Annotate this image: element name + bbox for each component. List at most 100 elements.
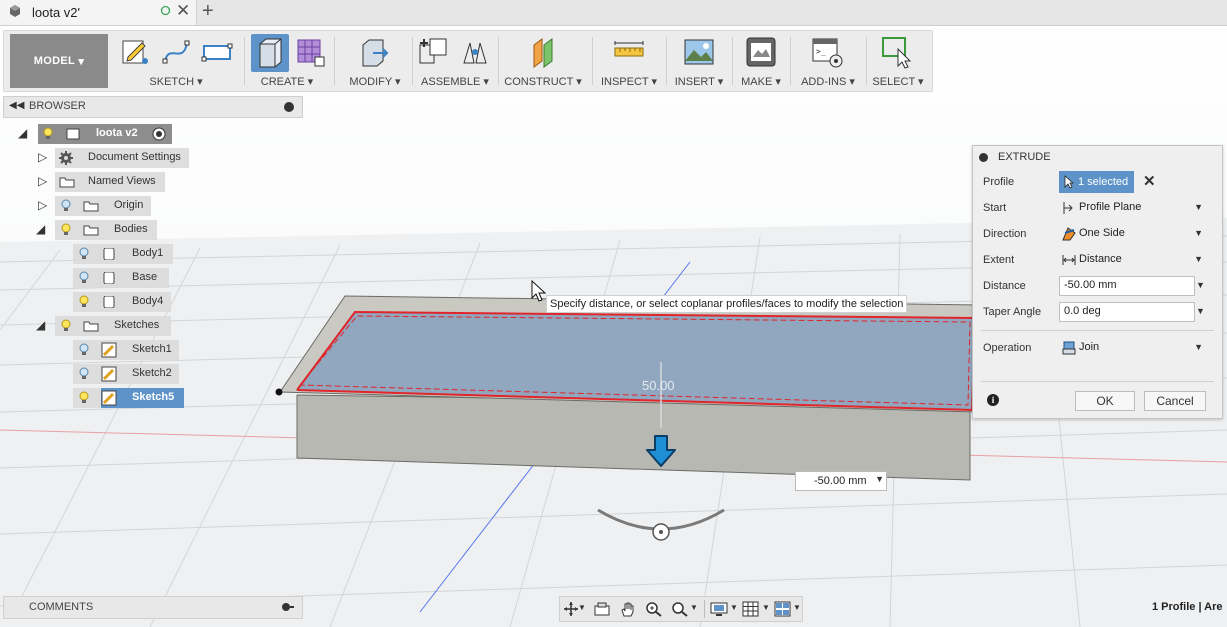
- extrude-button[interactable]: [251, 34, 289, 72]
- measure-icon[interactable]: [612, 35, 646, 69]
- info-icon[interactable]: i: [987, 394, 999, 406]
- visibility-bulb-icon[interactable]: [79, 247, 89, 260]
- construct-group: CONSTRUCT ▾: [502, 33, 584, 89]
- close-tab-icon[interactable]: ✕: [176, 1, 190, 21]
- add-ins-menu[interactable]: ADD-INS ▾: [792, 75, 864, 88]
- start-dropdown[interactable]: Profile Plane ▼: [1059, 198, 1207, 218]
- collapse-browser-icon[interactable]: ◀◀: [9, 100, 24, 111]
- tree-root-item[interactable]: ◢ loota v2: [0, 124, 180, 144]
- document-tab[interactable]: loota v2' ✕: [0, 0, 197, 25]
- display-settings-icon[interactable]: [710, 601, 728, 617]
- collapse-icon[interactable]: ◢: [36, 222, 45, 236]
- visibility-bulb-icon[interactable]: [79, 295, 89, 308]
- sketch-menu[interactable]: SKETCH ▾: [116, 75, 236, 88]
- select-menu[interactable]: SELECT ▾: [868, 75, 928, 88]
- chevron-down-icon[interactable]: ▼: [875, 474, 884, 484]
- look-at-icon[interactable]: [593, 601, 611, 617]
- ghost-dimension: 50.00: [642, 378, 675, 393]
- activate-component-icon[interactable]: [152, 127, 166, 141]
- visibility-bulb-icon[interactable]: [79, 391, 89, 404]
- modify-menu[interactable]: MODIFY ▾: [339, 75, 411, 88]
- collapse-icon[interactable]: ◢: [36, 318, 45, 332]
- offset-plane-icon[interactable]: [526, 35, 560, 69]
- profile-selection-button[interactable]: 1 selected: [1059, 171, 1134, 193]
- chevron-down-icon[interactable]: ▼: [690, 603, 698, 612]
- comments-panel-header[interactable]: COMMENTS: [3, 596, 303, 619]
- ok-button[interactable]: OK: [1075, 391, 1135, 411]
- chevron-down-icon[interactable]: ▼: [730, 603, 738, 612]
- chevron-down-icon[interactable]: ▼: [1196, 280, 1205, 290]
- tree-item-bodies[interactable]: ◢ Bodies: [0, 220, 200, 240]
- extent-row: Extent Distance ▼: [973, 249, 1222, 271]
- zoom-icon[interactable]: [645, 601, 663, 617]
- comment-toggle-icon[interactable]: [282, 602, 294, 612]
- clear-selection-icon[interactable]: ✕: [1143, 172, 1156, 190]
- browser-panel-header[interactable]: ◀◀ BROWSER: [3, 96, 303, 118]
- modify-group: MODIFY ▾: [339, 33, 411, 89]
- inspect-group: INSPECT ▾: [596, 33, 662, 89]
- add-ins-group: >_ ADD-INS ▾: [792, 33, 864, 89]
- operation-dropdown[interactable]: Join ▼: [1059, 338, 1207, 358]
- viewports-icon[interactable]: [774, 601, 792, 617]
- visibility-bulb-icon[interactable]: [79, 367, 89, 380]
- workspace-switcher-button[interactable]: MODEL ▾: [10, 34, 108, 88]
- taper-angle-input[interactable]: 0.0 deg: [1059, 302, 1195, 322]
- tree-item-sketch2[interactable]: Sketch2: [0, 364, 200, 384]
- tree-item-sketch5[interactable]: Sketch5: [0, 388, 200, 408]
- pan-hand-icon[interactable]: [619, 601, 637, 617]
- 3d-print-icon[interactable]: [744, 35, 778, 69]
- collapse-dialog-icon[interactable]: [979, 153, 988, 162]
- tree-item-named-views[interactable]: ▷ Named Views: [0, 172, 200, 192]
- scripts-addins-icon[interactable]: >_: [810, 35, 844, 69]
- new-tab-button[interactable]: +: [202, 0, 214, 23]
- expand-icon[interactable]: ▷: [38, 198, 47, 212]
- form-icon[interactable]: [293, 35, 327, 69]
- tree-item-document-settings[interactable]: ▷ Document Settings: [0, 148, 200, 168]
- direction-dropdown[interactable]: One Side ▼: [1059, 224, 1207, 244]
- browser-title: BROWSER: [29, 100, 86, 112]
- rectangle-tool-icon[interactable]: [200, 35, 234, 69]
- extrude-dialog-header[interactable]: EXTRUDE: [973, 146, 1222, 168]
- tree-item-body4[interactable]: Body4: [0, 292, 200, 312]
- line-tool-icon[interactable]: [159, 35, 193, 69]
- create-menu[interactable]: CREATE ▾: [249, 75, 325, 88]
- navigation-bar: ▼ ▼ ▼ ▼ ▼: [559, 596, 803, 622]
- make-menu[interactable]: MAKE ▾: [734, 75, 788, 88]
- visibility-bulb-icon[interactable]: [61, 223, 71, 236]
- grid-snaps-icon[interactable]: [742, 601, 760, 617]
- chevron-down-icon[interactable]: ▼: [1196, 306, 1205, 316]
- chevron-down-icon[interactable]: ▼: [793, 603, 801, 612]
- extent-dropdown[interactable]: Distance ▼: [1059, 250, 1207, 270]
- collapse-icon[interactable]: ◢: [18, 126, 27, 140]
- tree-item-base[interactable]: Base: [0, 268, 200, 288]
- tree-item-body1[interactable]: Body1: [0, 244, 200, 264]
- minimize-browser-icon[interactable]: [284, 102, 294, 112]
- chevron-down-icon[interactable]: ▼: [578, 603, 586, 612]
- fit-icon[interactable]: [671, 601, 689, 617]
- select-icon[interactable]: [880, 35, 914, 69]
- visibility-bulb-icon[interactable]: [61, 319, 71, 332]
- expand-icon[interactable]: ▷: [38, 150, 47, 164]
- tree-item-sketch1[interactable]: Sketch1: [0, 340, 200, 360]
- visibility-bulb-icon[interactable]: [79, 343, 89, 356]
- expand-icon[interactable]: ▷: [38, 174, 47, 188]
- distance-heads-up-input[interactable]: -50.00 mm ▼: [795, 471, 887, 491]
- chevron-down-icon[interactable]: ▼: [762, 603, 770, 612]
- visibility-bulb-icon[interactable]: [79, 271, 89, 284]
- insert-menu[interactable]: INSERT ▾: [670, 75, 728, 88]
- assemble-menu[interactable]: ASSEMBLE ▾: [414, 75, 496, 88]
- create-sketch-icon[interactable]: [118, 35, 152, 69]
- joint-icon[interactable]: [458, 35, 492, 69]
- press-pull-icon[interactable]: [357, 35, 391, 69]
- tree-item-sketches[interactable]: ◢ Sketches: [0, 316, 200, 336]
- tree-item-origin[interactable]: ▷ Origin: [0, 196, 200, 216]
- insert-image-icon[interactable]: [682, 35, 716, 69]
- inspect-menu[interactable]: INSPECT ▾: [596, 75, 662, 88]
- construct-menu[interactable]: CONSTRUCT ▾: [502, 75, 584, 88]
- distance-input[interactable]: -50.00 mm: [1059, 276, 1195, 296]
- new-component-icon[interactable]: [416, 35, 450, 69]
- cancel-button[interactable]: Cancel: [1144, 391, 1206, 411]
- insert-group: INSERT ▾: [670, 33, 728, 89]
- visibility-bulb-icon[interactable]: [61, 199, 71, 212]
- visibility-bulb-icon[interactable]: [43, 127, 53, 140]
